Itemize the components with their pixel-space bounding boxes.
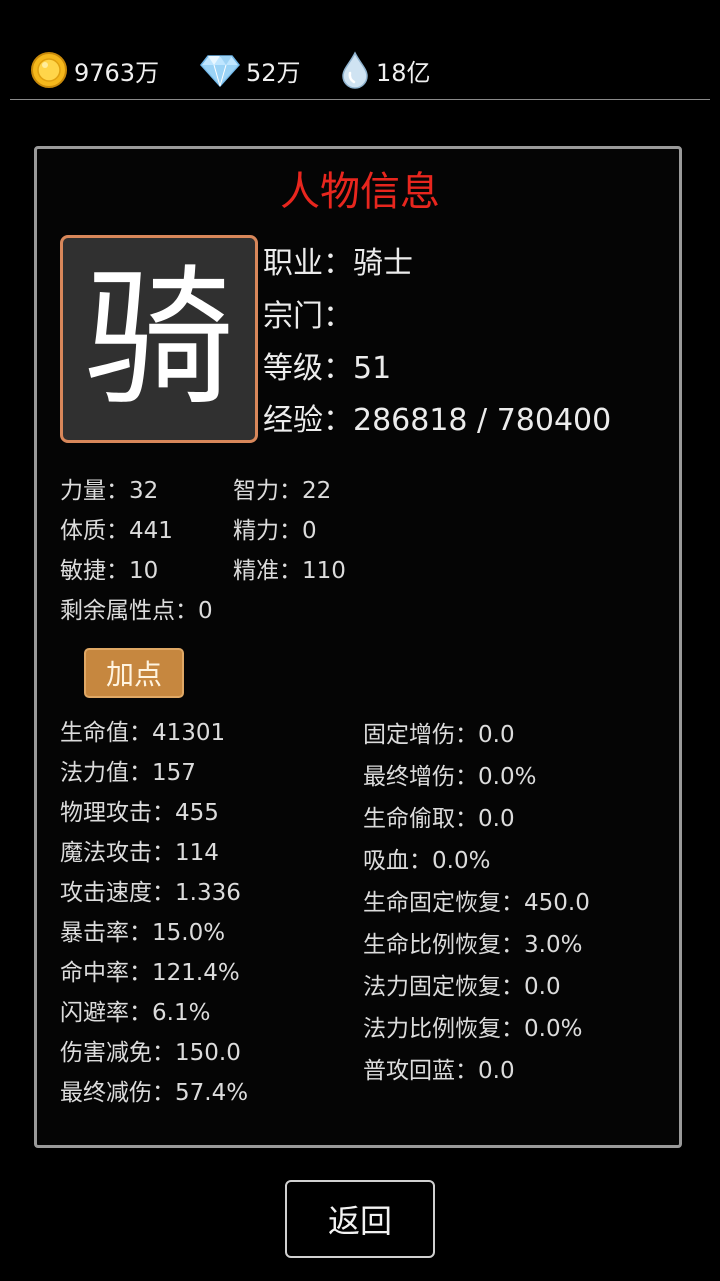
- class-avatar: 骑: [60, 235, 258, 443]
- water-drop-icon: [342, 51, 368, 89]
- stat-physical-attack: 物理攻击：455: [60, 800, 219, 826]
- stat-hp: 生命值：41301: [60, 720, 226, 746]
- stat-life-steal: 生命偷取：0.0: [363, 806, 515, 832]
- stat-fixed-damage-bonus: 固定增伤：0.0: [363, 722, 515, 748]
- stat-damage-reduction: 伤害减免：150.0: [60, 1040, 241, 1066]
- diamond-resource: 52万: [200, 50, 301, 90]
- gold-coin-icon: [31, 52, 67, 88]
- stat-crit-rate: 暴击率：15.0%: [60, 920, 226, 946]
- stat-hit-rate: 命中率：121.4%: [60, 960, 240, 986]
- divider: [10, 99, 710, 100]
- stat-magic-attack: 魔法攻击：114: [60, 840, 219, 866]
- attr-remaining-points: 剩余属性点：0: [60, 598, 213, 624]
- attr-energy: 精力：0: [233, 518, 317, 544]
- resource-bar: 9763万 52万 18亿: [0, 0, 720, 100]
- stat-vampirism: 吸血：0.0%: [363, 848, 491, 874]
- add-point-button[interactable]: 加点: [84, 648, 184, 698]
- gold-resource: 9763万: [30, 50, 159, 90]
- stat-attack-mana-regen: 普攻回蓝：0.0: [363, 1058, 515, 1084]
- level-text: 等级：51: [263, 351, 392, 386]
- panel-title: 人物信息: [280, 169, 440, 215]
- attr-constitution: 体质：441: [60, 518, 173, 544]
- stat-hp-percent-regen: 生命比例恢复：3.0%: [363, 932, 583, 958]
- stat-mp: 法力值：157: [60, 760, 196, 786]
- attr-precision: 精准：110: [233, 558, 346, 584]
- stat-dodge-rate: 闪避率：6.1%: [60, 1000, 211, 1026]
- water-resource: 18亿: [340, 50, 431, 90]
- exp-text: 经验：286818 / 780400: [263, 403, 612, 438]
- stat-final-reduction: 最终减伤：57.4%: [60, 1080, 249, 1106]
- job-text: 职业：骑士: [263, 246, 413, 281]
- stat-mp-fixed-regen: 法力固定恢复：0.0: [363, 974, 561, 1000]
- diamond-icon: [200, 55, 240, 88]
- sect-text: 宗门：: [263, 299, 353, 334]
- stat-hp-fixed-regen: 生命固定恢复：450.0: [363, 890, 590, 916]
- gold-amount: 9763万: [74, 58, 160, 87]
- back-button[interactable]: 返回: [285, 1180, 435, 1258]
- diamond-amount: 52万: [246, 58, 301, 87]
- attr-intelligence: 智力：22: [233, 478, 332, 504]
- attr-strength: 力量：32: [60, 478, 159, 504]
- attr-agility: 敏捷：10: [60, 558, 159, 584]
- water-amount: 18亿: [376, 58, 431, 87]
- stat-attack-speed: 攻击速度：1.336: [60, 880, 241, 906]
- stat-final-damage-bonus: 最终增伤：0.0%: [363, 764, 537, 790]
- stat-mp-percent-regen: 法力比例恢复：0.0%: [363, 1016, 583, 1042]
